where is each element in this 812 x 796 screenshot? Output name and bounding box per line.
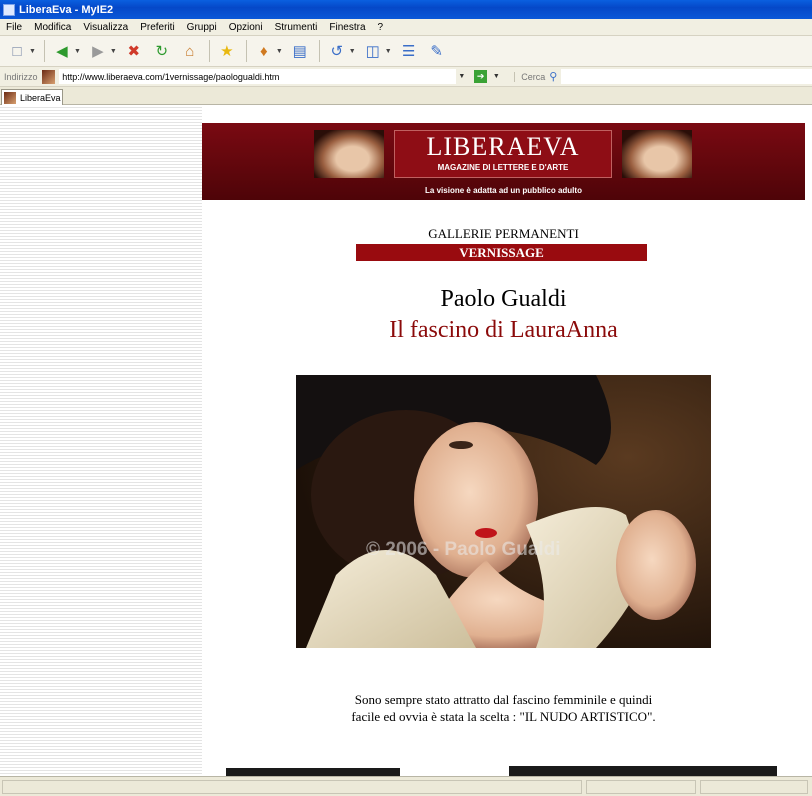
undo-icon[interactable]: ↺	[326, 40, 348, 62]
status-pane-zone	[586, 780, 696, 794]
portrait-illustration	[296, 375, 711, 648]
url-dropdown-icon[interactable]: ▼	[456, 69, 468, 84]
site-favicon-icon	[41, 69, 56, 84]
portrait-photo: © 2006 - Paolo Gualdi	[296, 375, 711, 648]
caption-line-2: facile ed ovvia è stata la scelta : "IL …	[351, 709, 656, 724]
back-icon[interactable]: ◀	[51, 40, 73, 62]
new-dropdown-icon[interactable]: ▼	[29, 48, 36, 55]
menu-modifica[interactable]: Modifica	[28, 22, 77, 33]
tab-favicon-icon	[4, 91, 16, 104]
menu-opzioni[interactable]: Opzioni	[223, 22, 269, 33]
banner-photo-left	[314, 130, 384, 178]
windows-dropdown-icon[interactable]: ▼	[385, 48, 392, 55]
section-heading[interactable]: GALLERIE PERMANENTI	[202, 226, 805, 242]
windows-icon[interactable]: ◫	[362, 40, 384, 62]
caption: Sono sempre stato attratto dal fascino f…	[202, 691, 805, 725]
site-banner[interactable]: LIBERAEVA MAGAZINE DI LETTERE E D'ARTE L…	[202, 123, 805, 200]
banner-logo: LIBERAEVA MAGAZINE DI LETTERE E D'ARTE	[394, 130, 612, 178]
banner-note: La visione è adatta ad un pubblico adult…	[425, 186, 582, 195]
back-dropdown-icon[interactable]: ▼	[74, 48, 81, 55]
menu-file[interactable]: File	[0, 22, 28, 33]
tab-bar: LiberaEva	[0, 87, 812, 105]
forward-dropdown-icon[interactable]: ▼	[110, 48, 117, 55]
status-pane-main	[2, 780, 582, 794]
edit-icon[interactable]: ✎	[426, 40, 448, 62]
banner-photo-right	[622, 130, 692, 178]
toolbar-separator	[43, 40, 45, 62]
toolbar: □ ▼ ◀ ▼ ▶ ▼ ✖ ↻ ⌂ ★ ♦ ▼ ▤ ↺ ▼ ◫ ▼ ☰ ✎	[0, 36, 812, 67]
url-field[interactable]: http://www.liberaeva.com/1vernissage/pao…	[59, 69, 456, 84]
page-viewport: LIBERAEVA MAGAZINE DI LETTERE E D'ARTE L…	[0, 105, 812, 776]
refresh-icon[interactable]: ↻	[151, 40, 173, 62]
toolbar-separator	[208, 40, 210, 62]
go-dropdown-icon[interactable]: ▼	[490, 69, 502, 84]
groups-dropdown-icon[interactable]: ▼	[276, 48, 283, 55]
go-icon[interactable]: ➔	[473, 70, 488, 83]
menu-preferiti[interactable]: Preferiti	[134, 22, 180, 33]
new-page-icon[interactable]: □	[6, 40, 28, 62]
favorites-star-icon[interactable]: ★	[216, 40, 238, 62]
tab-label: LiberaEva	[20, 92, 61, 103]
caption-line-1: Sono sempre stato attratto dal fascino f…	[354, 692, 653, 707]
list-icon[interactable]: ☰	[398, 40, 420, 62]
photo-watermark: © 2006 - Paolo Gualdi	[366, 539, 561, 560]
menu-bar: File Modifica Visualizza Preferiti Grupp…	[0, 19, 812, 36]
web-page: LIBERAEVA MAGAZINE DI LETTERE E D'ARTE L…	[202, 105, 812, 776]
browser-window: LiberaEva - MyIE2 File Modifica Visualiz…	[0, 0, 812, 796]
toolbar-separator	[245, 40, 247, 62]
menu-visualizza[interactable]: Visualizza	[77, 22, 134, 33]
thumbnail-strip-left	[226, 768, 400, 776]
undo-dropdown-icon[interactable]: ▼	[349, 48, 356, 55]
search-label: Cerca	[514, 71, 545, 82]
address-label: Indirizzo	[4, 71, 38, 82]
tab-liberaeva[interactable]: LiberaEva	[1, 89, 63, 105]
search-input[interactable]	[561, 69, 812, 84]
title-bar: LiberaEva - MyIE2	[0, 0, 812, 19]
status-pane-extra	[700, 780, 808, 794]
stop-icon[interactable]: ✖	[123, 40, 145, 62]
toolbar-separator	[318, 40, 320, 62]
banner-inner: LIBERAEVA MAGAZINE DI LETTERE E D'ARTE	[314, 130, 692, 178]
forward-icon[interactable]: ▶	[87, 40, 109, 62]
thumbnail-strip-right	[509, 766, 777, 776]
search-icon[interactable]: ⚲	[549, 70, 557, 83]
category-bar[interactable]: VERNISSAGE	[356, 244, 647, 261]
artist-name: Paolo Gualdi	[440, 286, 567, 312]
menu-help[interactable]: ?	[372, 22, 390, 33]
groups-icon[interactable]: ♦	[253, 40, 275, 62]
home-icon[interactable]: ⌂	[179, 40, 201, 62]
banner-subtitle: MAGAZINE DI LETTERE E D'ARTE	[437, 163, 569, 172]
history-icon[interactable]: ▤	[289, 40, 311, 62]
menu-gruppi[interactable]: Gruppi	[181, 22, 223, 33]
work-title: Il fascino di LauraAnna	[389, 317, 618, 343]
banner-title: LIBERAEVA	[426, 132, 580, 161]
window-title: LiberaEva - MyIE2	[19, 3, 114, 16]
status-bar	[0, 776, 812, 796]
menu-strumenti[interactable]: Strumenti	[269, 22, 324, 33]
address-bar: Indirizzo http://www.liberaeva.com/1vern…	[0, 67, 812, 87]
app-icon	[3, 3, 15, 16]
menu-finestra[interactable]: Finestra	[323, 22, 371, 33]
